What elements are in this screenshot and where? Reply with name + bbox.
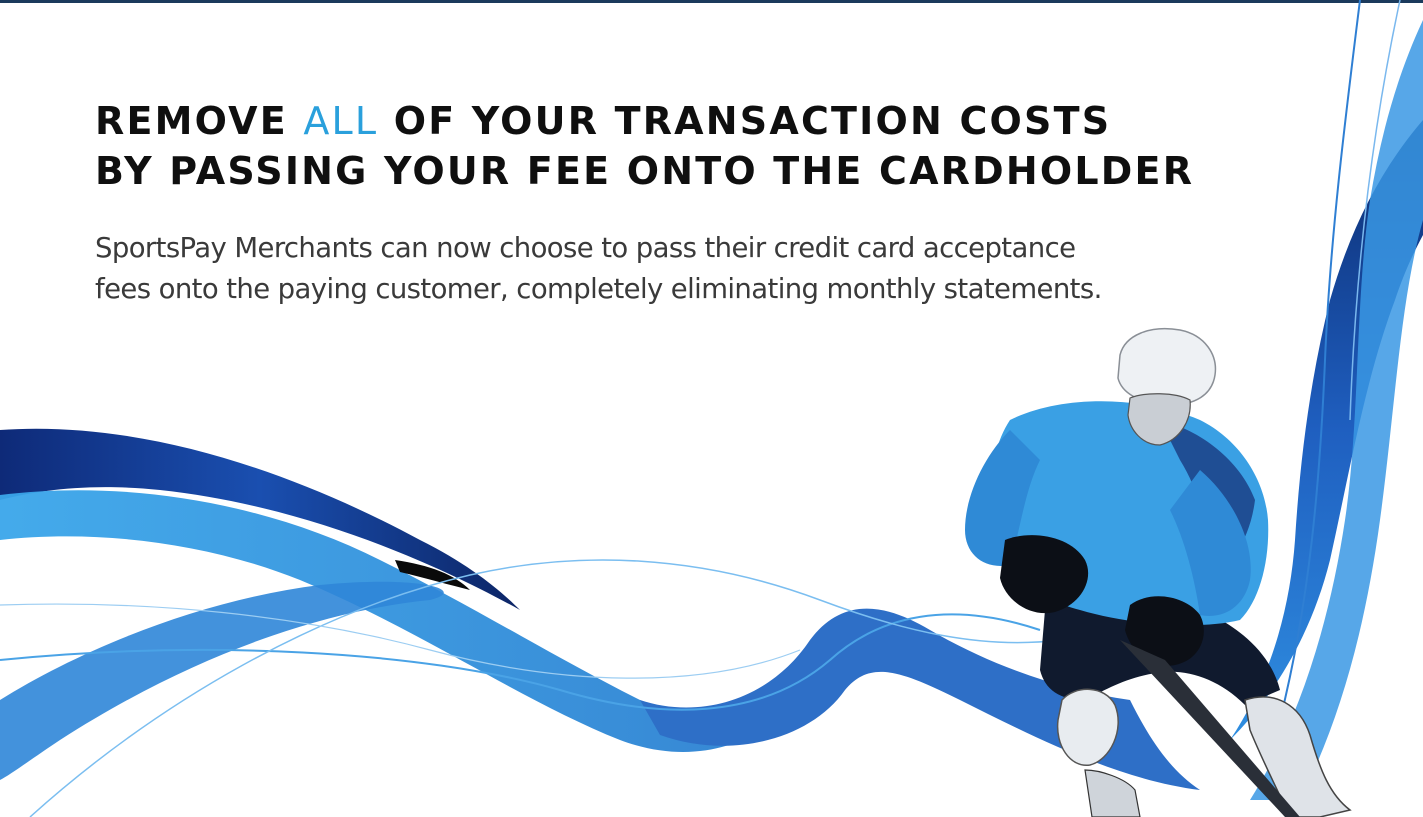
headline-line-1-end: OF YOUR TRANSACTION COSTS [378, 99, 1112, 143]
promo-banner: REMOVE ALL OF YOUR TRANSACTION COSTS BY … [0, 0, 1423, 817]
headline-line-1: REMOVE ALL OF YOUR TRANSACTION COSTS [95, 99, 1111, 143]
body-line-2: fees onto the paying customer, completel… [95, 273, 1102, 305]
headline-line-1-start: REMOVE [95, 99, 304, 143]
headline: REMOVE ALL OF YOUR TRANSACTION COSTS BY … [95, 96, 1194, 196]
body-line-1: SportsPay Merchants can now choose to pa… [95, 232, 1076, 264]
headline-line-2: BY PASSING YOUR FEE ONTO THE CARDHOLDER [95, 149, 1195, 193]
body-copy: SportsPay Merchants can now choose to pa… [95, 228, 1275, 310]
player-skate-left [1084, 769, 1141, 817]
headline-accent-word: ALL [303, 99, 379, 143]
